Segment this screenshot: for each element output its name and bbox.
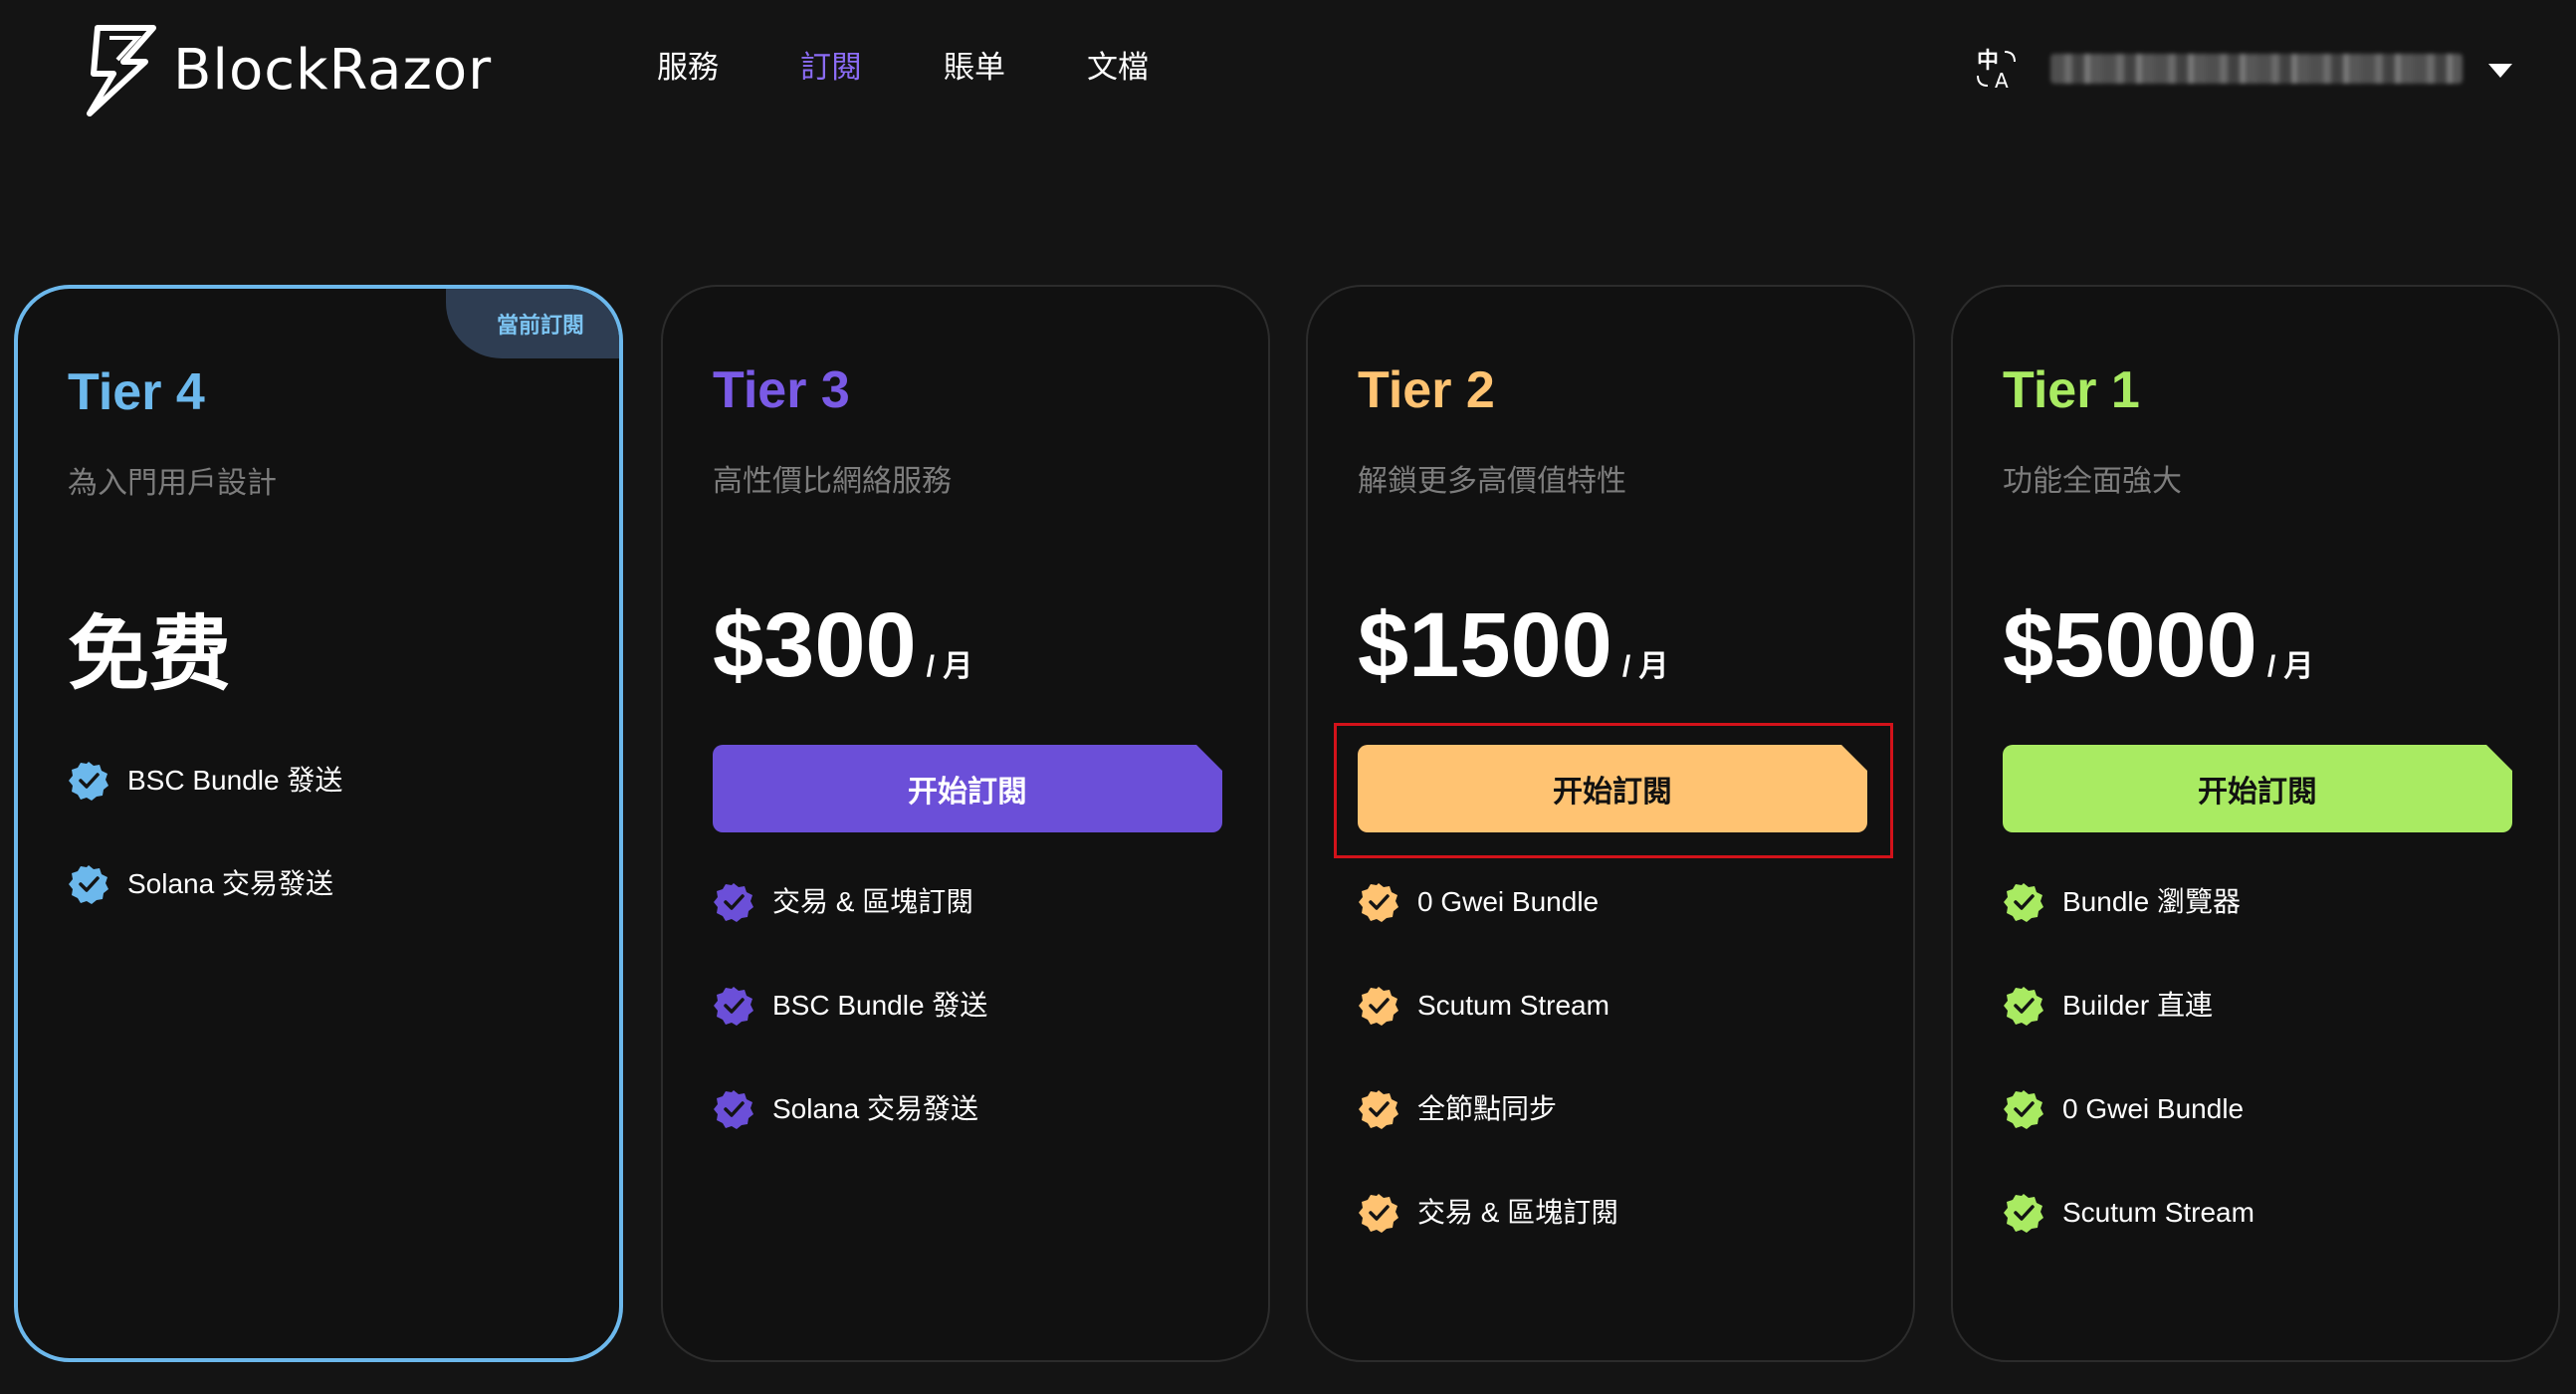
check-badge-icon (2004, 883, 2043, 922)
top-nav-bar: BlockRazor 服務 訂閱 賬单 文檔 中 A (0, 0, 2576, 139)
main-nav: 服務 訂閱 賬单 文檔 (657, 44, 1230, 92)
tier-price: $5000 (2003, 594, 2257, 696)
price-row: $5000 / 月 (2003, 595, 2314, 695)
price-row: $1500 / 月 (1358, 595, 1669, 695)
nav-item-docs[interactable]: 文檔 (1087, 44, 1149, 92)
feature-list: BSC Bundle 發送 Solana 交易發送 (68, 729, 585, 936)
feature-item: BSC Bundle 發送 (713, 954, 1230, 1057)
feature-list: Bundle 瀏覽器 Builder 直連 0 Gwei Bundle Scut… (2003, 850, 2520, 1265)
lightning-logo-icon (87, 25, 156, 116)
feature-label: 0 Gwei Bundle (1417, 886, 1600, 917)
feature-list: 0 Gwei Bundle Scutum Stream 全節點同步 交易 & 區… (1358, 850, 1875, 1265)
feature-item: 0 Gwei Bundle (1358, 850, 1875, 954)
check-badge-icon (2004, 987, 2043, 1026)
feature-item: Scutum Stream (1358, 954, 1875, 1057)
plan-card-tier-4: 當前訂閱 Tier 4 為入門用戶設計 免费 BSC Bundle 發送 Sol… (14, 285, 623, 1362)
price-unit: / 月 (1621, 650, 1669, 683)
feature-item: Bundle 瀏覽器 (2003, 850, 2520, 954)
current-plan-badge: 當前訂閱 (446, 289, 619, 358)
check-badge-icon (714, 987, 753, 1026)
brand-logo[interactable]: BlockRazor (80, 22, 492, 117)
feature-label: 交易 & 區塊訂閱 (772, 886, 974, 917)
svg-text:A: A (1995, 69, 2009, 92)
feature-item: BSC Bundle 發送 (68, 729, 585, 832)
feature-item: Solana 交易發送 (68, 832, 585, 936)
plan-card-tier-3: Tier 3 高性價比網絡服務 $300 / 月 开始訂閱 交易 & 區塊訂閱 … (661, 285, 1270, 1362)
check-badge-icon (1359, 1194, 1398, 1233)
check-badge-icon (1359, 1090, 1398, 1129)
feature-label: Builder 直連 (2062, 990, 2213, 1021)
feature-label: BSC Bundle 發送 (127, 765, 343, 796)
translate-icon[interactable]: 中 A (1975, 46, 2021, 92)
feature-label: Scutum Stream (2062, 1197, 2254, 1228)
feature-label: Bundle 瀏覽器 (2062, 886, 2241, 917)
check-badge-icon (69, 865, 108, 904)
tier-description: 解鎖更多高價值特性 (1358, 465, 1626, 498)
tier-name: Tier 2 (1358, 361, 1495, 419)
feature-item: Builder 直連 (2003, 954, 2520, 1057)
check-badge-icon (2004, 1090, 2043, 1129)
feature-item: 交易 & 區塊訂閱 (1358, 1161, 1875, 1265)
feature-item: 全節點同步 (1358, 1057, 1875, 1161)
feature-label: BSC Bundle 發送 (772, 990, 988, 1021)
feature-item: Solana 交易發送 (713, 1057, 1230, 1161)
tier-name: Tier 3 (713, 361, 850, 419)
plan-card-tier-1: Tier 1 功能全面強大 $5000 / 月 开始訂閱 Bundle 瀏覽器 … (1951, 285, 2560, 1362)
caret-down-icon[interactable] (2484, 58, 2516, 82)
check-badge-icon (714, 883, 753, 922)
nav-item-subscription[interactable]: 訂閱 (800, 44, 862, 92)
brand-name: BlockRazor (173, 37, 493, 103)
price-row: $300 / 月 (713, 595, 972, 695)
check-badge-icon (69, 762, 108, 801)
annotation-highlight-box (1334, 723, 1893, 858)
tier-name: Tier 4 (68, 363, 205, 421)
feature-item: Scutum Stream (2003, 1161, 2520, 1265)
tier-price: 免费 (68, 609, 232, 700)
price-unit: / 月 (2266, 650, 2314, 683)
subscribe-button[interactable]: 开始訂閱 (2003, 745, 2512, 832)
user-email-redacted[interactable] (2050, 54, 2463, 84)
check-badge-icon (2004, 1194, 2043, 1233)
price-unit: / 月 (926, 650, 973, 683)
feature-label: 0 Gwei Bundle (2062, 1093, 2245, 1124)
subscribe-button[interactable]: 开始訂閱 (713, 745, 1222, 832)
feature-label: Scutum Stream (1417, 990, 1610, 1021)
check-badge-icon (1359, 883, 1398, 922)
tier-description: 功能全面強大 (2003, 465, 2182, 498)
nav-item-billing[interactable]: 賬单 (944, 44, 1005, 92)
feature-label: 全節點同步 (1417, 1093, 1558, 1124)
feature-label: Solana 交易發送 (127, 868, 333, 899)
feature-item: 0 Gwei Bundle (2003, 1057, 2520, 1161)
feature-label: Solana 交易發送 (772, 1093, 978, 1124)
feature-list: 交易 & 區塊訂閱 BSC Bundle 發送 Solana 交易發送 (713, 850, 1230, 1161)
tier-price: $1500 (1358, 594, 1612, 696)
tier-description: 為入門用戶設計 (68, 467, 277, 500)
feature-item: 交易 & 區塊訂閱 (713, 850, 1230, 954)
feature-label: 交易 & 區塊訂閱 (1417, 1197, 1619, 1228)
nav-item-services[interactable]: 服務 (657, 44, 719, 92)
tier-description: 高性價比網絡服務 (713, 465, 952, 498)
check-badge-icon (1359, 987, 1398, 1026)
check-badge-icon (714, 1090, 753, 1129)
tier-price: $300 (713, 594, 917, 696)
tier-name: Tier 1 (2003, 361, 2140, 419)
